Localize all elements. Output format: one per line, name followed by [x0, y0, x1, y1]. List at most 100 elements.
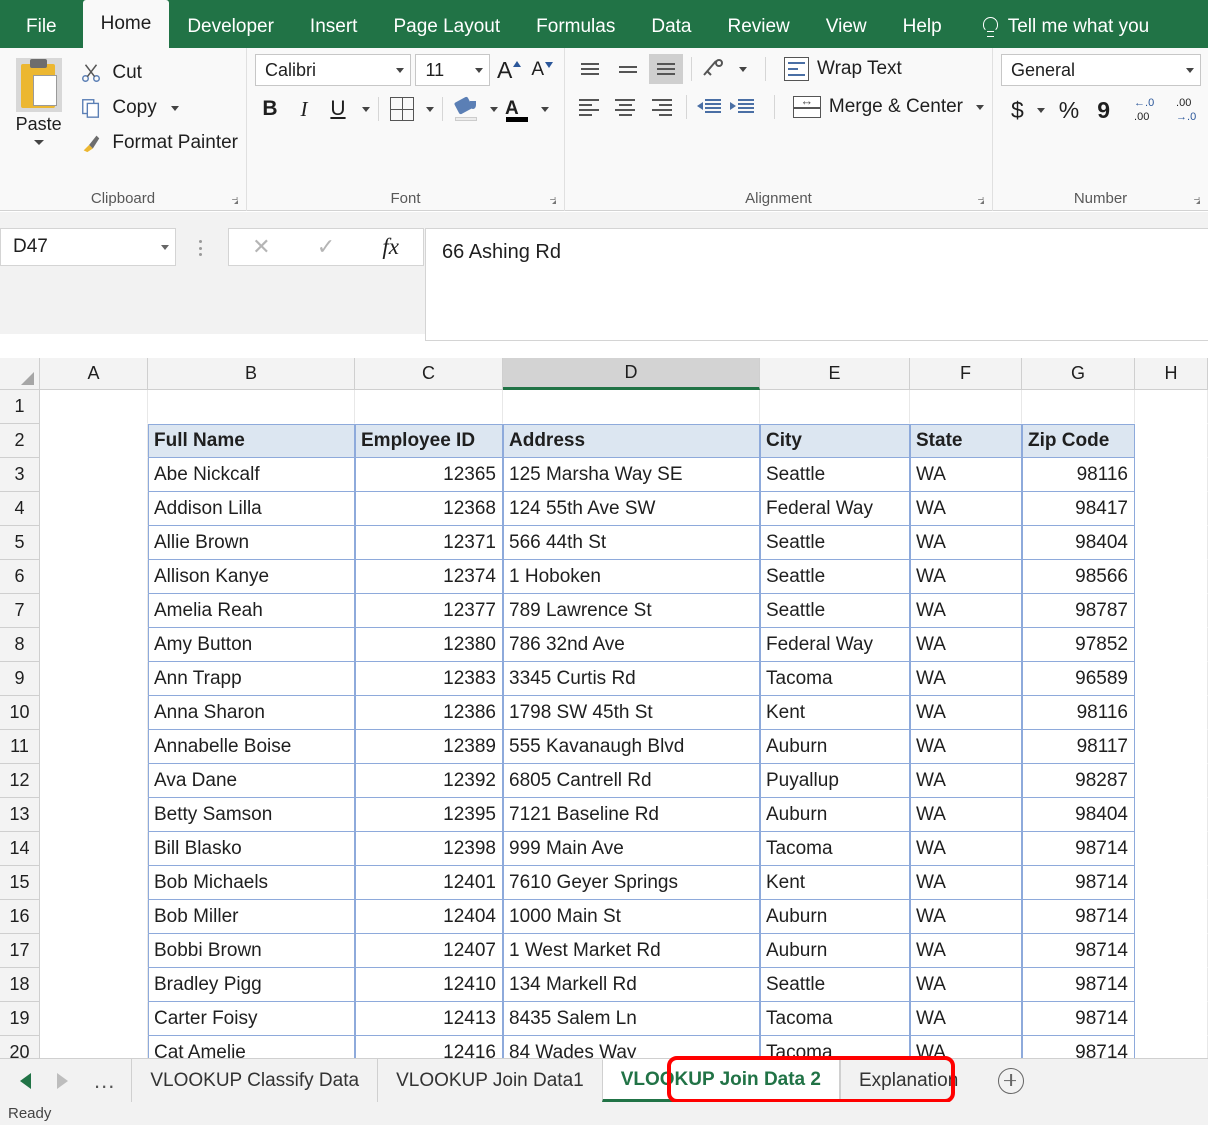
cell-address[interactable]: 7610 Geyer Springs: [503, 866, 760, 900]
grid-cell[interactable]: [1135, 1002, 1208, 1036]
cell-state[interactable]: WA: [910, 934, 1022, 968]
cell-state[interactable]: WA: [910, 1002, 1022, 1036]
cell-city[interactable]: Tacoma: [760, 1002, 910, 1036]
grid-cell[interactable]: [40, 1036, 148, 1058]
cell-address[interactable]: 7121 Baseline Rd: [503, 798, 760, 832]
bold-button[interactable]: B: [255, 94, 285, 124]
cell-full-name[interactable]: Bob Michaels: [148, 866, 355, 900]
cell-address[interactable]: 134 Markell Rd: [503, 968, 760, 1002]
grid-cell[interactable]: [40, 968, 148, 1002]
cell-address[interactable]: 124 55th Ave SW: [503, 492, 760, 526]
cell-address[interactable]: 1000 Main St: [503, 900, 760, 934]
ribbon-tab-view[interactable]: View: [808, 6, 885, 48]
grid-cell[interactable]: [1135, 730, 1208, 764]
chevron-down-icon[interactable]: [1037, 108, 1045, 113]
decrease-indent-button[interactable]: [695, 92, 724, 122]
font-color-button[interactable]: A: [502, 94, 532, 124]
ribbon-tab-developer[interactable]: Developer: [169, 6, 292, 48]
column-header-a[interactable]: A: [40, 358, 148, 390]
grid-cell[interactable]: [40, 458, 148, 492]
sheet-overflow-button[interactable]: ...: [94, 1075, 115, 1087]
cell-zip-code[interactable]: 96589: [1022, 662, 1135, 696]
grid-cell[interactable]: [1135, 526, 1208, 560]
grid-cell[interactable]: [1135, 764, 1208, 798]
chevron-down-icon[interactable]: [362, 107, 370, 112]
cell-state[interactable]: WA: [910, 560, 1022, 594]
grid-cell[interactable]: [1135, 390, 1208, 424]
cell-employee-id[interactable]: 12410: [355, 968, 503, 1002]
accounting-format-button[interactable]: $: [1007, 95, 1028, 125]
row-header-2[interactable]: 2: [0, 424, 40, 458]
grid-cell[interactable]: [40, 1002, 148, 1036]
grid-cell[interactable]: [1135, 832, 1208, 866]
cell-employee-id[interactable]: 12404: [355, 900, 503, 934]
grid-cell[interactable]: [40, 798, 148, 832]
ribbon-tab-review[interactable]: Review: [709, 6, 807, 48]
cell-employee-id[interactable]: 12413: [355, 1002, 503, 1036]
cell-address[interactable]: 1 Hoboken: [503, 560, 760, 594]
grid-cell[interactable]: [40, 730, 148, 764]
row-header-17[interactable]: 17: [0, 934, 40, 968]
cell-city[interactable]: Seattle: [760, 560, 910, 594]
cell-full-name[interactable]: Ava Dane: [148, 764, 355, 798]
column-header-e[interactable]: E: [760, 358, 910, 390]
cell-city[interactable]: Federal Way: [760, 492, 910, 526]
row-header-13[interactable]: 13: [0, 798, 40, 832]
row-header-18[interactable]: 18: [0, 968, 40, 1002]
cell-city[interactable]: Tacoma: [760, 662, 910, 696]
cancel-formula-button[interactable]: ✕: [229, 234, 294, 260]
align-middle-button[interactable]: [611, 54, 645, 84]
row-header-5[interactable]: 5: [0, 526, 40, 560]
cell-city[interactable]: Puyallup: [760, 764, 910, 798]
borders-button[interactable]: [387, 94, 417, 124]
cell-full-name[interactable]: Bill Blasko: [148, 832, 355, 866]
cell-state[interactable]: WA: [910, 832, 1022, 866]
cut-button[interactable]: Cut: [79, 58, 238, 88]
cell-city[interactable]: Auburn: [760, 934, 910, 968]
grid-cell[interactable]: [1135, 798, 1208, 832]
grid-cell[interactable]: [40, 390, 148, 424]
cell-full-name[interactable]: Allie Brown: [148, 526, 355, 560]
cell-zip-code[interactable]: 98714: [1022, 968, 1135, 1002]
row-header-6[interactable]: 6: [0, 560, 40, 594]
comma-style-button[interactable]: 9: [1093, 95, 1114, 125]
cell-employee-id[interactable]: 12395: [355, 798, 503, 832]
cell-address[interactable]: 789 Lawrence St: [503, 594, 760, 628]
cell-employee-id[interactable]: 12371: [355, 526, 503, 560]
percent-style-button[interactable]: %: [1055, 95, 1083, 125]
increase-font-size-button[interactable]: A: [494, 59, 524, 81]
increase-decimal-button[interactable]: ←.0.00: [1130, 95, 1168, 125]
cell-employee-id[interactable]: 12368: [355, 492, 503, 526]
table-header-cell[interactable]: Employee ID: [355, 424, 503, 458]
cell-address[interactable]: 1 West Market Rd: [503, 934, 760, 968]
cell-address[interactable]: 125 Marsha Way SE: [503, 458, 760, 492]
row-header-12[interactable]: 12: [0, 764, 40, 798]
cell-state[interactable]: WA: [910, 696, 1022, 730]
cell-full-name[interactable]: Bob Miller: [148, 900, 355, 934]
grid-cell[interactable]: [40, 696, 148, 730]
grid-cell[interactable]: [40, 866, 148, 900]
chevron-down-icon[interactable]: [426, 107, 434, 112]
cell-state[interactable]: WA: [910, 764, 1022, 798]
cell-full-name[interactable]: Betty Samson: [148, 798, 355, 832]
cell-full-name[interactable]: Annabelle Boise: [148, 730, 355, 764]
chevron-down-icon[interactable]: [739, 67, 747, 72]
sheet-tab-vlookup-classify-data[interactable]: VLOOKUP Classify Data: [131, 1059, 377, 1102]
cell-city[interactable]: Auburn: [760, 900, 910, 934]
cell-zip-code[interactable]: 98404: [1022, 526, 1135, 560]
sheet-tab-vlookup-join-data-2[interactable]: VLOOKUP Join Data 2: [602, 1059, 840, 1102]
cell-full-name[interactable]: Amy Button: [148, 628, 355, 662]
underline-button[interactable]: U: [323, 94, 353, 124]
column-header-c[interactable]: C: [355, 358, 503, 390]
cell-state[interactable]: WA: [910, 1036, 1022, 1058]
cell-employee-id[interactable]: 12401: [355, 866, 503, 900]
cell-zip-code[interactable]: 98566: [1022, 560, 1135, 594]
cell-zip-code[interactable]: 98117: [1022, 730, 1135, 764]
cell-full-name[interactable]: Addison Lilla: [148, 492, 355, 526]
merge-center-button[interactable]: Merge & Center: [793, 96, 984, 118]
grid-cell[interactable]: [1135, 696, 1208, 730]
cell-state[interactable]: WA: [910, 594, 1022, 628]
cell-zip-code[interactable]: 98714: [1022, 934, 1135, 968]
table-header-cell[interactable]: Zip Code: [1022, 424, 1135, 458]
grid-cell[interactable]: [1135, 1036, 1208, 1058]
